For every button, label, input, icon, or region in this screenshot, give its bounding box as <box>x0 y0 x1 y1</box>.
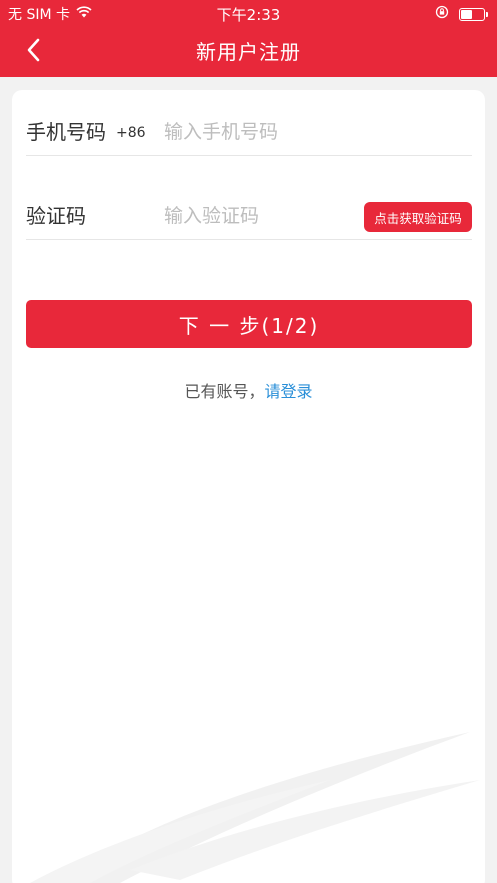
phone-label: 手机号码 <box>26 120 106 144</box>
status-time: 下午2:33 <box>216 6 281 24</box>
orientation-lock-icon <box>435 5 449 23</box>
login-prompt-text: 已有账号， <box>184 382 265 401</box>
country-code: +86 <box>116 125 146 141</box>
status-bar: 无 SIM 卡 下午2:33 <box>0 0 497 26</box>
get-code-button[interactable]: 点击获取验证码 <box>364 202 472 232</box>
next-step-button[interactable]: 下 一 步(1/2) <box>26 300 472 348</box>
phone-input[interactable] <box>164 115 364 149</box>
status-right <box>435 5 488 23</box>
login-prompt-line: 已有账号，请登录 <box>12 378 485 402</box>
code-input[interactable] <box>164 199 364 233</box>
login-link[interactable]: 请登录 <box>265 382 313 401</box>
code-row: 验证码 点击获取验证码 <box>26 174 472 240</box>
register-card: 手机号码 +86 验证码 点击获取验证码 下 一 步(1/2) 已有账号，请登录 <box>12 90 485 883</box>
header: 无 SIM 卡 下午2:33 新用户注册 <box>0 0 497 77</box>
battery-level <box>461 9 472 19</box>
code-label: 验证码 <box>26 204 86 228</box>
battery-icon <box>459 7 488 21</box>
nav-bar: 新用户注册 <box>0 26 497 77</box>
page-title: 新用户注册 <box>196 40 301 64</box>
phone-row: 手机号码 +86 <box>26 90 472 156</box>
